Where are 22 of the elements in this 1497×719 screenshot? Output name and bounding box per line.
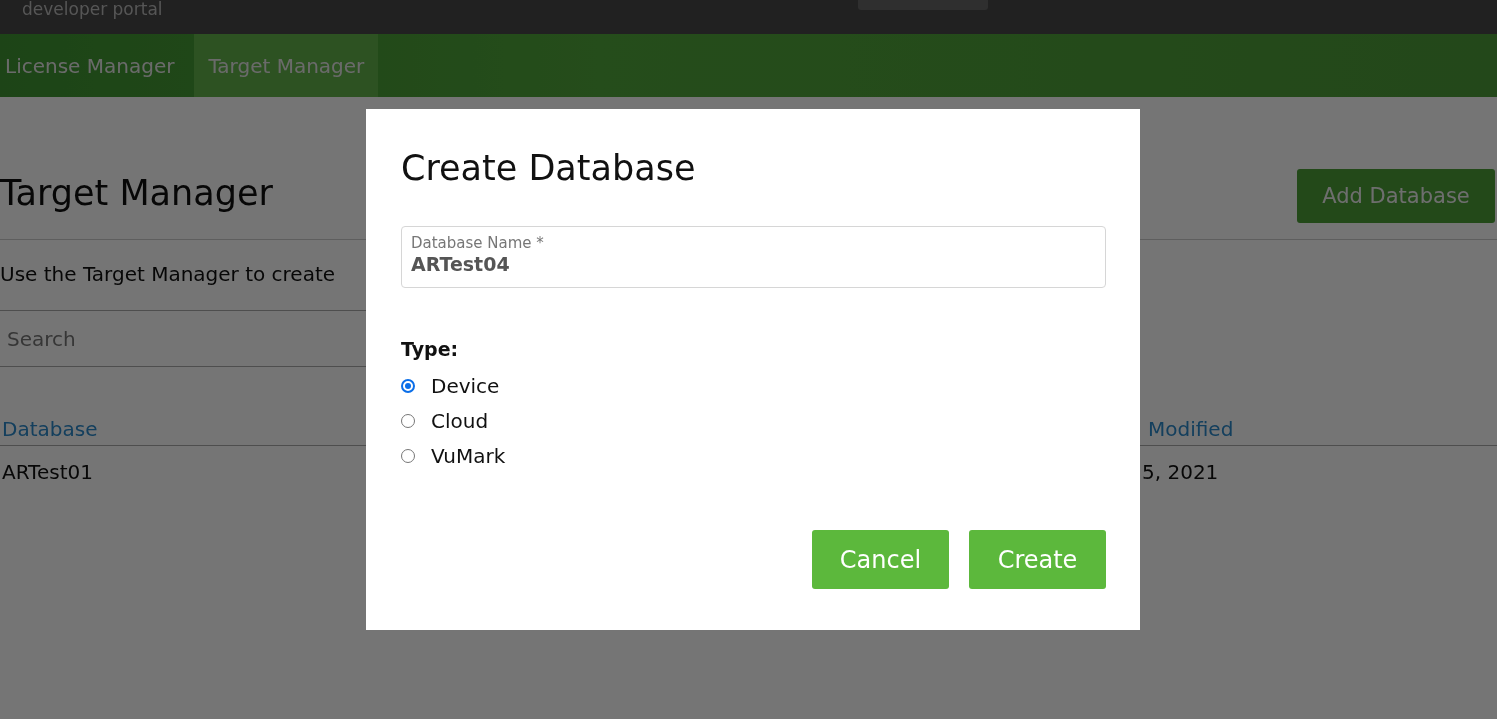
radio-button[interactable] bbox=[401, 448, 415, 463]
cancel-button[interactable]: Cancel bbox=[812, 530, 949, 589]
radio-button[interactable] bbox=[401, 413, 415, 428]
table-cell-text: ARTest01 bbox=[2, 459, 93, 484]
type-label: Type: bbox=[401, 338, 460, 360]
add-database-button[interactable]: Add Database bbox=[1297, 169, 1495, 223]
database-name-field[interactable]: Database Name * ARTest04 bbox=[401, 226, 1106, 288]
search-field[interactable]: Search bbox=[0, 310, 380, 367]
nav-tab[interactable]: License Manager bbox=[0, 34, 189, 97]
dialog-title: Create Database bbox=[401, 147, 697, 190]
page-title: Target Manager bbox=[0, 172, 273, 215]
field-label: Database Name * bbox=[411, 233, 545, 253]
column-header[interactable]: Modified bbox=[1142, 417, 1234, 445]
page-description: Use the Target Manager to create bbox=[0, 262, 336, 286]
create-button[interactable]: Create bbox=[969, 530, 1106, 589]
nav-tab[interactable]: Target Manager bbox=[194, 34, 379, 97]
radio-label[interactable]: Device bbox=[431, 373, 500, 398]
radio-button[interactable] bbox=[401, 378, 415, 393]
radio-label[interactable]: VuMark bbox=[431, 443, 506, 468]
column-header[interactable]: Database bbox=[2, 417, 98, 445]
radio-label[interactable]: Cloud bbox=[431, 408, 489, 433]
table-cell-text: 5, 2021 bbox=[1142, 459, 1219, 484]
